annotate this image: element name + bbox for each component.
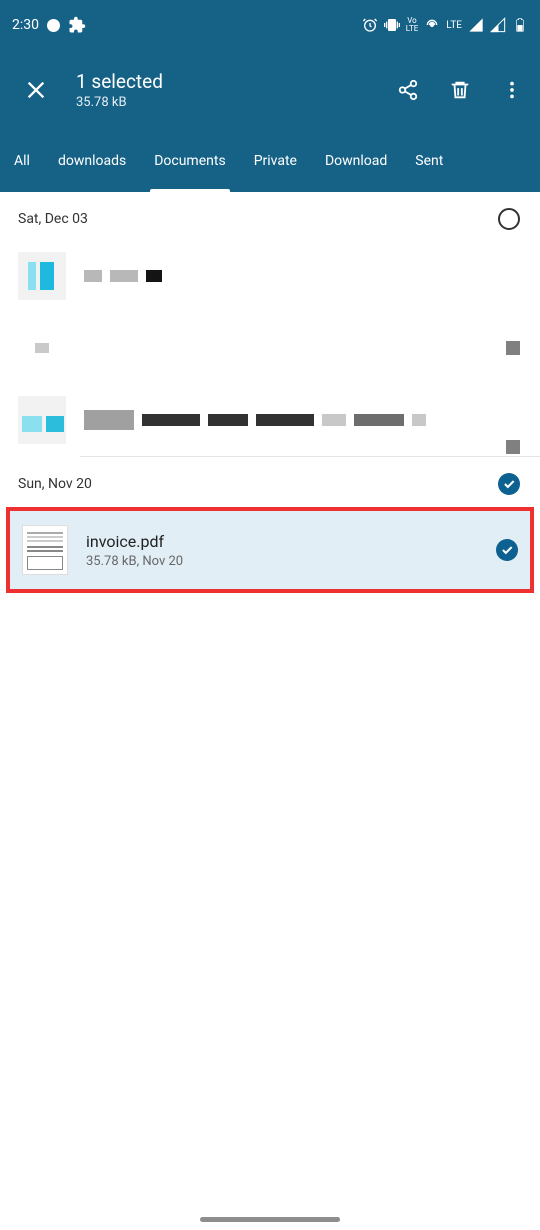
- file-name: invoice.pdf: [86, 532, 478, 551]
- tab-label: Sent: [415, 153, 443, 169]
- item-indicator: [506, 341, 520, 355]
- delete-button[interactable]: [448, 78, 472, 102]
- extension-icon: [68, 16, 86, 34]
- status-time: 2:30: [12, 17, 39, 33]
- item-indicator: [506, 440, 520, 454]
- signal-icon-2: [490, 17, 506, 33]
- list-item[interactable]: [0, 312, 540, 384]
- tab-download[interactable]: Download: [311, 130, 401, 192]
- section-date: Sat, Dec 03: [18, 211, 88, 227]
- tab-all[interactable]: All: [0, 130, 44, 192]
- redacted-content: [84, 270, 522, 282]
- signal-icon: [468, 17, 484, 33]
- selection-subtitle: 35.78 kB: [76, 95, 396, 110]
- tab-sent[interactable]: Sent: [401, 130, 457, 192]
- share-button[interactable]: [396, 78, 420, 102]
- lte-indicator: LTE: [446, 20, 462, 31]
- tab-label: Download: [325, 153, 387, 169]
- status-notification-dot: [47, 19, 60, 32]
- tab-label: Private: [254, 153, 297, 169]
- section-date: Sun, Nov 20: [18, 476, 92, 492]
- tab-private[interactable]: Private: [240, 130, 311, 192]
- trash-icon: [449, 78, 471, 102]
- tab-label: All: [14, 153, 30, 169]
- home-indicator[interactable]: [200, 1217, 340, 1222]
- section-header-2[interactable]: Sun, Nov 20: [0, 457, 540, 505]
- more-vert-icon: [501, 79, 523, 101]
- redacted-content: [84, 410, 522, 430]
- selection-title: 1 selected: [76, 70, 396, 93]
- tabs-bar: All downloads Documents Private Download…: [0, 130, 540, 192]
- file-thumbnail: [18, 324, 66, 372]
- vibrate-icon: [384, 17, 400, 33]
- alarm-icon: [362, 17, 378, 33]
- share-icon: [397, 79, 419, 101]
- tab-downloads[interactable]: downloads: [44, 130, 140, 192]
- item-checkbox-checked[interactable]: [496, 539, 518, 561]
- check-icon: [500, 543, 514, 557]
- volte-indicator: VoLTE: [406, 17, 419, 33]
- tab-label: downloads: [58, 153, 126, 169]
- tab-label: Documents: [154, 153, 225, 169]
- battery-icon: [512, 17, 528, 33]
- selected-item-highlight: invoice.pdf 35.78 kB, Nov 20: [6, 507, 534, 593]
- section-checkbox-unchecked[interactable]: [498, 208, 520, 230]
- status-bar: 2:30 VoLTE LTE: [0, 0, 540, 50]
- hotspot-icon: [424, 17, 440, 33]
- more-button[interactable]: [500, 78, 524, 102]
- section-header-1[interactable]: Sat, Dec 03: [0, 192, 540, 240]
- list-item[interactable]: [0, 240, 540, 312]
- file-meta: 35.78 kB, Nov 20: [86, 554, 478, 569]
- tab-documents[interactable]: Documents: [140, 130, 239, 192]
- app-bar: 1 selected 35.78 kB: [0, 50, 540, 130]
- close-icon: [25, 79, 47, 101]
- file-thumbnail: [18, 252, 66, 300]
- section-checkbox-checked[interactable]: [498, 473, 520, 495]
- list-item[interactable]: [0, 384, 540, 456]
- close-button[interactable]: [16, 70, 56, 110]
- file-thumbnail: [18, 396, 66, 444]
- pdf-thumbnail: [22, 525, 68, 575]
- check-icon: [502, 477, 516, 491]
- list-item-selected[interactable]: invoice.pdf 35.78 kB, Nov 20: [10, 511, 530, 589]
